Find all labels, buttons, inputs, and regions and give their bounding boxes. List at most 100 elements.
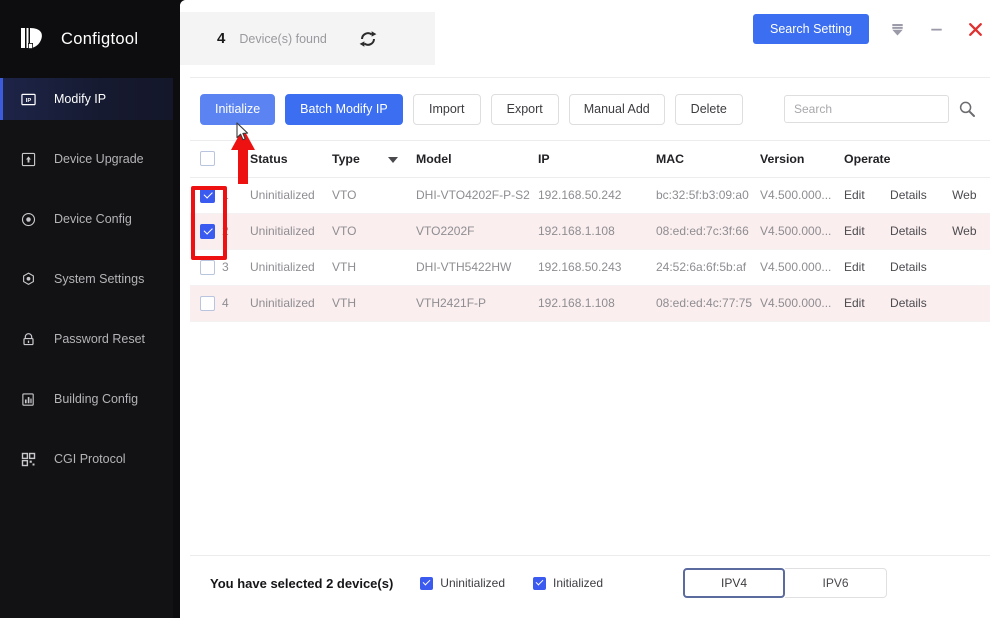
filter-icon[interactable]: [886, 18, 908, 40]
content-card: Initialize Batch Modify IP Import Export…: [190, 77, 990, 610]
configtool-window: Configtool IP Modify IP Device Upgrade D…: [0, 0, 1000, 618]
device-found-label: Device(s) found: [239, 31, 327, 46]
sidebar-item-label: Device Upgrade: [54, 152, 144, 166]
row-checkbox[interactable]: [200, 187, 215, 203]
table-empty-space: [190, 321, 990, 555]
table-row[interactable]: 1 Uninitialized VTO DHI-VTO4202F-P-S2 19…: [190, 177, 990, 214]
uninitialized-label: Uninitialized: [440, 576, 505, 590]
row-operate: Edit Details Web: [844, 213, 990, 250]
column-header-no[interactable]: [222, 141, 250, 178]
details-link[interactable]: Details: [890, 224, 927, 238]
delete-button[interactable]: Delete: [674, 93, 743, 125]
action-toolbar: Initialize Batch Modify IP Import Export…: [190, 78, 990, 140]
row-no: 1: [222, 177, 250, 214]
batch-modify-ip-button[interactable]: Batch Modify IP: [285, 93, 403, 125]
table-row[interactable]: 3 Uninitialized VTH DHI-VTH5422HW 192.16…: [190, 249, 990, 286]
row-checkbox[interactable]: [200, 223, 215, 239]
row-mac: 08:ed:ed:4c:77:75: [656, 285, 760, 322]
web-link[interactable]: Web: [952, 188, 976, 202]
minimize-icon[interactable]: [925, 18, 947, 40]
search-icon[interactable]: [958, 100, 976, 118]
sidebar-item-label: Modify IP: [54, 92, 107, 106]
edit-link[interactable]: Edit: [844, 224, 865, 238]
row-operate: Edit Details Web: [844, 177, 990, 214]
row-version: V4.500.000...: [760, 285, 844, 322]
sidebar-item-device-config[interactable]: Device Config: [0, 198, 173, 240]
close-icon[interactable]: [964, 18, 986, 40]
row-type: VTH: [332, 285, 388, 322]
sidebar-item-password-reset[interactable]: Password Reset: [0, 318, 173, 360]
sidebar-item-system-settings[interactable]: System Settings: [0, 258, 173, 300]
row-version: V4.500.000...: [760, 177, 844, 214]
sort-descending-icon[interactable]: [388, 156, 398, 163]
search-setting-button[interactable]: Search Setting: [753, 14, 869, 44]
row-type: VTO: [332, 213, 388, 250]
column-header-type[interactable]: Type: [332, 141, 388, 178]
sidebar-item-cgi-protocol[interactable]: CGI Protocol: [0, 438, 173, 480]
row-version: V4.500.000...: [760, 213, 844, 250]
sidebar-item-label: Device Config: [54, 212, 132, 226]
row-no: 2: [222, 213, 250, 250]
filter-initialized[interactable]: Initialized: [533, 576, 603, 590]
column-header-version[interactable]: Version: [760, 141, 844, 178]
upload-box-icon: [20, 151, 36, 167]
dahua-logo-icon: [19, 25, 48, 54]
web-link[interactable]: Web: [952, 224, 976, 238]
selected-count-text: You have selected 2 device(s): [210, 575, 394, 591]
row-version: V4.500.000...: [760, 249, 844, 286]
export-button[interactable]: Export: [490, 93, 559, 125]
details-link[interactable]: Details: [890, 296, 927, 310]
uninitialized-checkbox[interactable]: [420, 576, 434, 590]
details-link[interactable]: Details: [890, 260, 927, 274]
import-button[interactable]: Import: [412, 93, 481, 125]
row-type: VTO: [332, 177, 388, 214]
filter-uninitialized[interactable]: Uninitialized: [420, 576, 505, 590]
window-controls: Search Setting: [753, 14, 986, 44]
refresh-icon[interactable]: [357, 28, 379, 50]
main-panel: 4 Device(s) found Search Setting Initial…: [180, 0, 1000, 618]
row-ip: 192.168.50.243: [538, 249, 656, 286]
sidebar-item-building-config[interactable]: Building Config: [0, 378, 173, 420]
edit-link[interactable]: Edit: [844, 296, 865, 310]
initialized-label: Initialized: [553, 576, 604, 590]
table-header-row: Status Type Model IP MAC Version Operate: [190, 141, 990, 178]
svg-text:IP: IP: [25, 97, 31, 103]
qr-code-icon: [20, 451, 36, 467]
column-header-status[interactable]: Status: [250, 141, 332, 178]
ipv6-button[interactable]: IPV6: [785, 568, 888, 598]
select-all-checkbox[interactable]: [200, 151, 215, 167]
row-status: Uninitialized: [250, 285, 332, 322]
device-table-body: 1 Uninitialized VTO DHI-VTO4202F-P-S2 19…: [190, 177, 990, 322]
device-table-area: Status Type Model IP MAC Version Operate: [190, 140, 990, 555]
row-mac: bc:32:5f:b3:09:a0: [656, 177, 760, 214]
brand: Configtool: [0, 0, 173, 78]
edit-link[interactable]: Edit: [844, 188, 865, 202]
device-table: Status Type Model IP MAC Version Operate: [190, 141, 990, 322]
manual-add-button[interactable]: Manual Add: [568, 93, 665, 125]
edit-link[interactable]: Edit: [844, 260, 865, 274]
sidebar-item-label: CGI Protocol: [54, 452, 126, 466]
initialize-button[interactable]: Initialize: [200, 93, 276, 125]
initialized-checkbox[interactable]: [533, 576, 546, 590]
row-model: DHI-VTO4202F-P-S2: [416, 177, 538, 214]
row-status: Uninitialized: [250, 213, 332, 250]
search-input[interactable]: [784, 95, 949, 123]
row-operate: Edit Details: [844, 285, 990, 322]
row-mac: 24:52:6a:6f:5b:af: [656, 249, 760, 286]
sidebar-nav: IP Modify IP Device Upgrade Device Confi…: [0, 78, 173, 480]
details-link[interactable]: Details: [890, 188, 927, 202]
bar-chart-icon: [20, 391, 36, 407]
row-checkbox[interactable]: [200, 295, 215, 311]
column-header-mac[interactable]: MAC: [656, 141, 760, 178]
column-header-model[interactable]: Model: [416, 141, 538, 178]
row-ip: 192.168.1.108: [538, 285, 656, 322]
column-header-ip[interactable]: IP: [538, 141, 656, 178]
row-ip: 192.168.1.108: [538, 213, 656, 250]
sidebar-item-label: System Settings: [54, 272, 145, 286]
table-row[interactable]: 2 Uninitialized VTO VTO2202F 192.168.1.1…: [190, 213, 990, 250]
sidebar-item-modify-ip[interactable]: IP Modify IP: [0, 78, 173, 120]
ipv4-button[interactable]: IPV4: [683, 568, 786, 598]
row-checkbox[interactable]: [200, 259, 215, 275]
table-row[interactable]: 4 Uninitialized VTH VTH2421F-P 192.168.1…: [190, 285, 990, 322]
sidebar-item-device-upgrade[interactable]: Device Upgrade: [0, 138, 173, 180]
